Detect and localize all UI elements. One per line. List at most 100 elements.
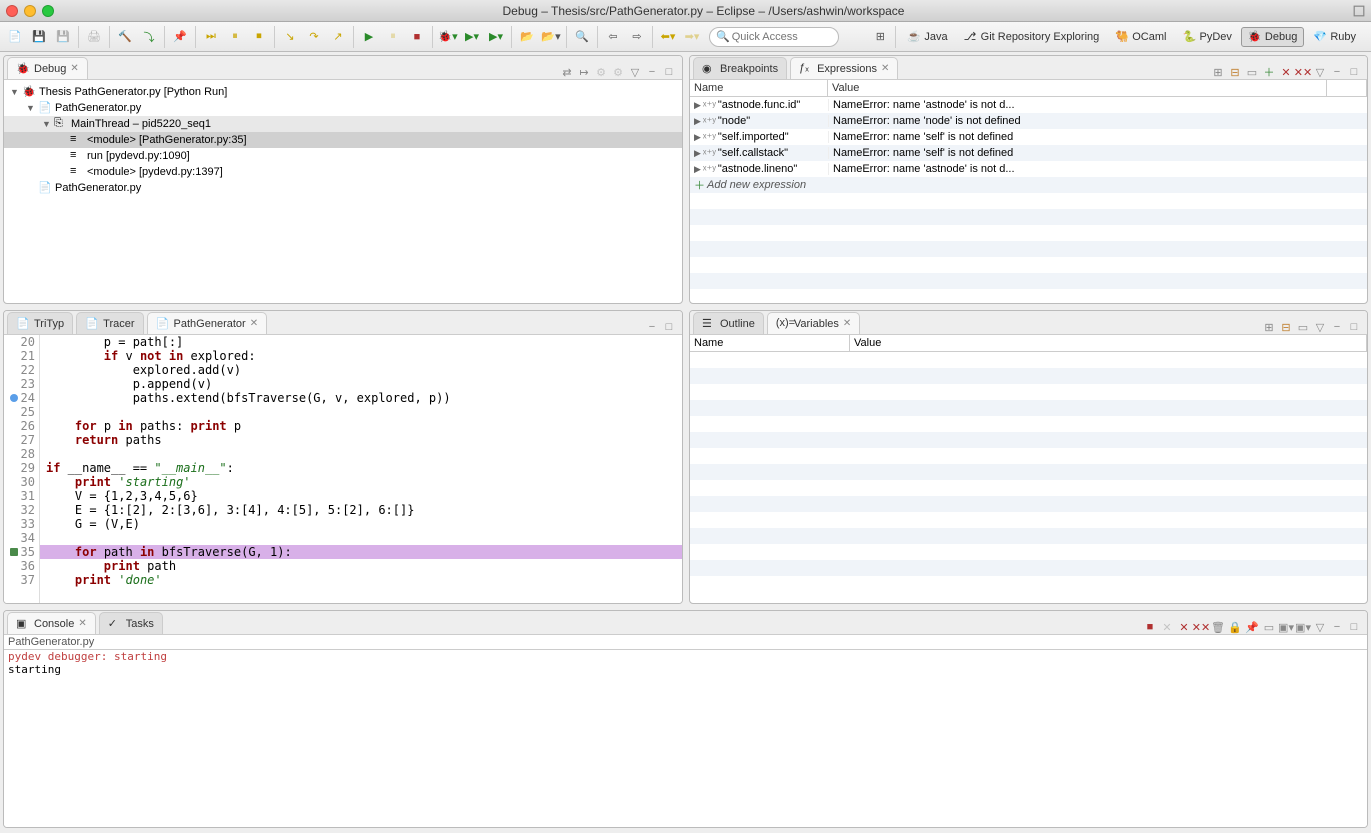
- vars-col-value[interactable]: Value: [850, 335, 1367, 351]
- step-over-icon[interactable]: ↷: [303, 26, 325, 48]
- close-icon[interactable]: ✕: [881, 63, 889, 74]
- code-line[interactable]: for p in paths: print p: [40, 419, 682, 433]
- code-line[interactable]: p = path[:]: [40, 335, 682, 349]
- view-menu-icon[interactable]: ▽: [1313, 320, 1327, 334]
- maximize-view-icon[interactable]: □: [662, 65, 676, 79]
- next-annotation-icon[interactable]: ⇨: [626, 26, 648, 48]
- minimize-view-icon[interactable]: −: [645, 65, 659, 79]
- debug-view-icon-4[interactable]: ⚙: [611, 65, 625, 79]
- pin-icon[interactable]: 📌: [169, 26, 191, 48]
- variables-table[interactable]: [690, 352, 1367, 603]
- debug-tree-row[interactable]: ≡<module> [PathGenerator.py:35]: [4, 132, 682, 148]
- scroll-lock-icon[interactable]: 🔒: [1228, 620, 1242, 634]
- debug-tree-row[interactable]: ▼📄PathGenerator.py: [4, 100, 682, 116]
- vars-toolbar-icon-3[interactable]: ▭: [1296, 320, 1310, 334]
- perspective-git[interactable]: ⎇Git Repository Exploring: [957, 27, 1107, 47]
- open-console-icon[interactable]: ▣▾: [1279, 620, 1293, 634]
- expressions-table[interactable]: ▶ˣ⁺ʸ"astnode.func.id"NameError: name 'as…: [690, 97, 1367, 303]
- view-menu-icon[interactable]: ▽: [1313, 65, 1327, 79]
- close-window-button[interactable]: [6, 5, 18, 17]
- close-icon[interactable]: ✕: [843, 318, 851, 329]
- close-icon[interactable]: ✕: [70, 63, 78, 74]
- code-line[interactable]: G = (V,E): [40, 517, 682, 531]
- tab-debug[interactable]: 🐞 Debug ✕: [7, 57, 88, 79]
- forward-icon[interactable]: ➡▾: [681, 26, 703, 48]
- back-icon[interactable]: ⬅▾: [657, 26, 679, 48]
- perspective-pydev[interactable]: 🐍PyDev: [1175, 27, 1238, 47]
- code-line[interactable]: print path: [40, 559, 682, 573]
- step-return-icon[interactable]: ↗: [327, 26, 349, 48]
- expression-row[interactable]: ▶ˣ⁺ʸ"node"NameError: name 'node' is not …: [690, 113, 1367, 129]
- expr-toolbar-icon-2[interactable]: ⊟: [1228, 65, 1242, 79]
- remove-all-icon[interactable]: ✕✕: [1194, 620, 1208, 634]
- open-type-icon[interactable]: 📂: [516, 26, 538, 48]
- tab-variables[interactable]: (x)= Variables ✕: [767, 312, 860, 334]
- code-line[interactable]: if __name__ == "__main__":: [40, 461, 682, 475]
- remove-expression-icon[interactable]: ✕: [1279, 65, 1293, 79]
- editor-tab[interactable]: 📄Tracer: [76, 312, 143, 334]
- perspective-ruby[interactable]: 💎Ruby: [1306, 27, 1363, 47]
- editor-tab[interactable]: 📄PathGenerator✕: [147, 312, 268, 334]
- build-icon[interactable]: 🔨: [114, 26, 136, 48]
- debug-view-icon-3[interactable]: ⚙: [594, 65, 608, 79]
- debug-tree-row[interactable]: ≡<module> [pydevd.py:1397]: [4, 164, 682, 180]
- expr-toolbar-icon-3[interactable]: ▭: [1245, 65, 1259, 79]
- prev-annotation-icon[interactable]: ⇦: [602, 26, 624, 48]
- close-icon[interactable]: ✕: [78, 618, 86, 629]
- code-line[interactable]: if v not in explored:: [40, 349, 682, 363]
- tab-console[interactable]: ▣ Console ✕: [7, 612, 96, 634]
- run-icon[interactable]: ▶: [358, 26, 380, 48]
- open-perspective-icon[interactable]: ⊞: [869, 26, 891, 48]
- stop-icon[interactable]: ■: [406, 26, 428, 48]
- pin-console-icon[interactable]: 📌: [1245, 620, 1259, 634]
- code-editor[interactable]: 202122232425262728293031323334353637 p =…: [4, 335, 682, 603]
- tab-expressions[interactable]: ƒₓ Expressions ✕: [790, 57, 898, 79]
- display-selected-icon[interactable]: ▭: [1262, 620, 1276, 634]
- expression-row[interactable]: ▶ˣ⁺ʸ"astnode.func.id"NameError: name 'as…: [690, 97, 1367, 113]
- vars-col-name[interactable]: Name: [690, 335, 850, 351]
- expression-row[interactable]: ▶ˣ⁺ʸ"self.imported"NameError: name 'self…: [690, 129, 1367, 145]
- open-task-icon[interactable]: 📂▾: [540, 26, 562, 48]
- terminate-prep-icon[interactable]: ⏹: [248, 26, 270, 48]
- expression-row[interactable]: ▶ˣ⁺ʸ"astnode.lineno"NameError: name 'ast…: [690, 161, 1367, 177]
- run-dropdown-icon[interactable]: ▶▾: [461, 26, 483, 48]
- minimize-view-icon[interactable]: −: [1330, 320, 1344, 334]
- code-line[interactable]: [40, 531, 682, 545]
- expression-row[interactable]: ▶ˣ⁺ʸ"self.callstack"NameError: name 'sel…: [690, 145, 1367, 161]
- code-line[interactable]: for path in bfsTraverse(G, 1):: [40, 545, 682, 559]
- code-line[interactable]: explored.add(v): [40, 363, 682, 377]
- remove-all-terminated-icon[interactable]: ✕: [1177, 620, 1191, 634]
- perspective-java[interactable]: ☕Java: [900, 27, 954, 47]
- tab-breakpoints[interactable]: ◉ Breakpoints: [693, 57, 787, 79]
- vars-toolbar-icon-1[interactable]: ⊞: [1262, 320, 1276, 334]
- debug-tree[interactable]: ▼🐞Thesis PathGenerator.py [Python Run]▼📄…: [4, 80, 682, 303]
- clear-console-icon[interactable]: 🗑: [1211, 620, 1225, 634]
- new-icon[interactable]: 📄: [4, 26, 26, 48]
- minimize-view-icon[interactable]: −: [1330, 620, 1344, 634]
- perspective-ocaml[interactable]: 🐫OCaml: [1108, 27, 1173, 47]
- debug-tree-row[interactable]: ≡run [pydevd.py:1090]: [4, 148, 682, 164]
- code-line[interactable]: print 'starting': [40, 475, 682, 489]
- zoom-window-button[interactable]: [42, 5, 54, 17]
- expr-col-value[interactable]: Value: [828, 80, 1327, 96]
- remove-launch-icon[interactable]: ✕: [1160, 620, 1174, 634]
- maximize-view-icon[interactable]: □: [1347, 65, 1361, 79]
- vars-toolbar-icon-2[interactable]: ⊟: [1279, 320, 1293, 334]
- save-all-icon[interactable]: 💾: [52, 26, 74, 48]
- view-menu-icon[interactable]: ▽: [628, 65, 642, 79]
- suspend-icon[interactable]: ⏸: [224, 26, 246, 48]
- save-icon[interactable]: 💾: [28, 26, 50, 48]
- remove-all-icon[interactable]: ✕✕: [1296, 65, 1310, 79]
- code-line[interactable]: return paths: [40, 433, 682, 447]
- print-icon[interactable]: 🖨: [83, 26, 105, 48]
- code-line[interactable]: V = {1,2,3,4,5,6}: [40, 489, 682, 503]
- console-output[interactable]: pydev debugger: startingstarting: [4, 650, 1367, 827]
- view-menu-icon[interactable]: ▽: [1313, 620, 1327, 634]
- code-line[interactable]: [40, 447, 682, 461]
- code-line[interactable]: paths.extend(bfsTraverse(G, v, explored,…: [40, 391, 682, 405]
- quick-access-search[interactable]: 🔍: [709, 27, 839, 47]
- debug-view-icon-2[interactable]: ↦: [577, 65, 591, 79]
- new-console-icon[interactable]: ▣▾: [1296, 620, 1310, 634]
- add-expression-icon[interactable]: ＋: [1262, 65, 1276, 79]
- minimize-view-icon[interactable]: −: [1330, 65, 1344, 79]
